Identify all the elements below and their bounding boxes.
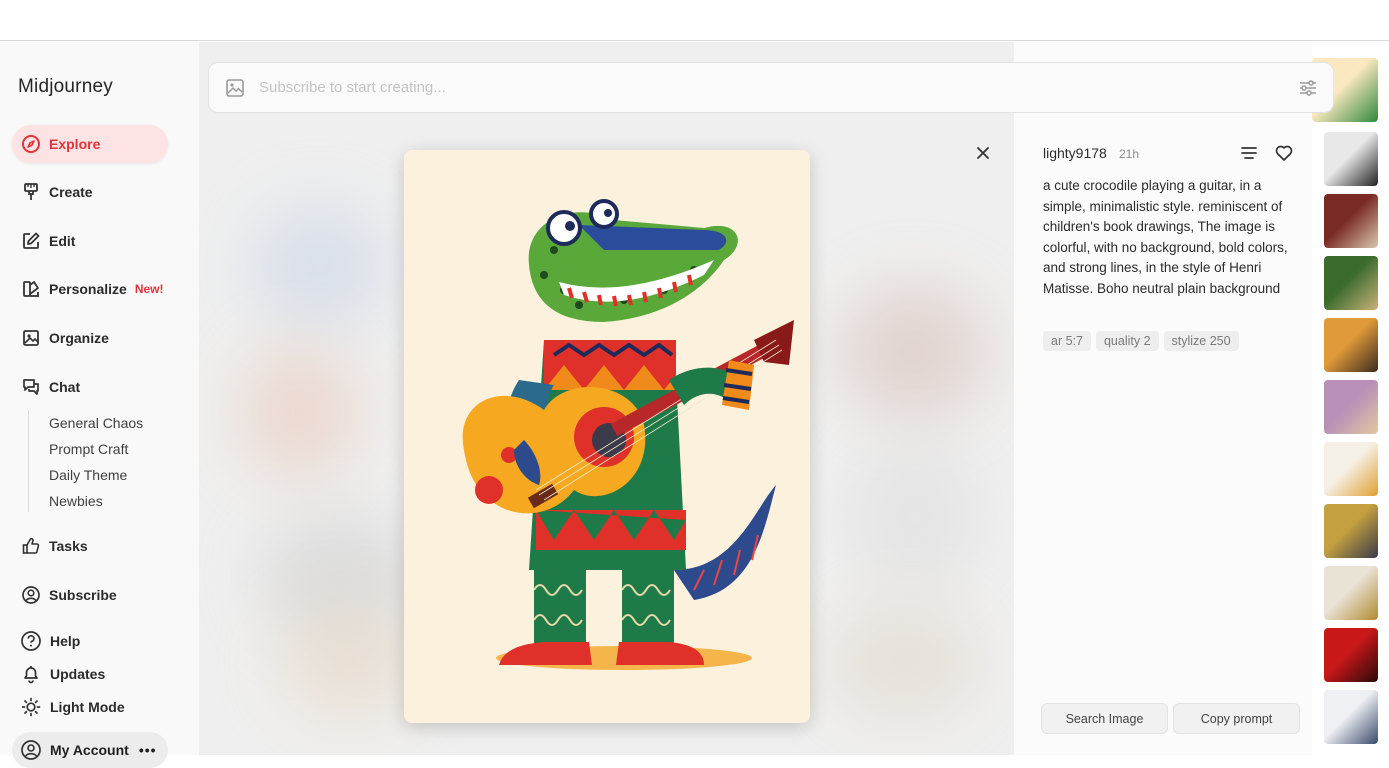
nav-tasks-label: Tasks: [49, 538, 88, 554]
chat-channel-divider: [28, 410, 29, 512]
tag-quality[interactable]: quality 2: [1095, 331, 1159, 351]
chat-channel-newbies[interactable]: Newbies: [49, 493, 103, 509]
thumb-red-portrait[interactable]: [1324, 628, 1378, 682]
my-account-button[interactable]: My Account •••: [12, 732, 168, 768]
brand-logo[interactable]: Midjourney: [18, 76, 113, 98]
nav-chat-label: Chat: [49, 379, 81, 395]
parameter-tags: ar 5:7 quality 2 stylize 250: [1043, 331, 1239, 351]
author-username[interactable]: lighty9178: [1043, 145, 1107, 161]
nav-updates-label: Updates: [50, 666, 106, 682]
compass-icon: [21, 134, 41, 154]
thumbs-up-icon: [21, 536, 41, 556]
bell-icon: [20, 663, 42, 685]
account-avatar-icon: [20, 739, 42, 761]
nav-create-label: Create: [49, 184, 93, 200]
thumb-ink-smoke[interactable]: [1324, 132, 1378, 186]
tag-stylize[interactable]: stylize 250: [1163, 331, 1239, 351]
post-age: 21h: [1119, 147, 1140, 161]
help-icon: [20, 630, 42, 652]
copy-prompt-button[interactable]: Copy prompt: [1173, 703, 1300, 734]
nav-subscribe-label: Subscribe: [49, 587, 117, 603]
tag-aspect-ratio[interactable]: ar 5:7: [1043, 331, 1091, 351]
nav-tasks[interactable]: Tasks: [12, 527, 168, 565]
top-bar: [0, 0, 1389, 41]
thumb-car-scene[interactable]: [1324, 194, 1378, 248]
thumb-figures[interactable]: [1324, 380, 1378, 434]
nav-light-mode[interactable]: Light Mode: [12, 692, 125, 722]
edit-icon: [21, 231, 41, 251]
user-circle-icon: [21, 585, 41, 605]
thumb-dancer[interactable]: [1324, 442, 1378, 496]
nav-edit-label: Edit: [49, 233, 76, 249]
nav-help[interactable]: Help: [12, 626, 80, 656]
thumb-forest-path[interactable]: [1324, 256, 1378, 310]
thumb-city-street[interactable]: [1324, 318, 1378, 372]
sun-icon: [20, 696, 42, 718]
nav-organize[interactable]: Organize: [12, 319, 168, 357]
menu-lines-icon[interactable]: [1239, 143, 1259, 163]
more-options-icon[interactable]: •••: [139, 742, 157, 758]
nav-light-mode-label: Light Mode: [50, 699, 125, 715]
nav-create[interactable]: Create: [12, 173, 168, 211]
thumb-tulips[interactable]: [1324, 690, 1378, 744]
chat-channel-prompt-craft[interactable]: Prompt Craft: [49, 441, 128, 457]
nav-help-label: Help: [50, 633, 81, 649]
thumb-golden-statue[interactable]: [1324, 504, 1378, 558]
chat-channel-daily-theme[interactable]: Daily Theme: [49, 467, 127, 483]
nav-edit[interactable]: Edit: [12, 222, 168, 260]
nav-explore-label: Explore: [49, 136, 101, 152]
nav-subscribe[interactable]: Subscribe: [12, 576, 168, 614]
my-account-label: My Account: [50, 742, 129, 758]
image-gallery-icon: [21, 328, 41, 348]
palette-icon: [21, 279, 41, 299]
nav-updates[interactable]: Updates: [12, 659, 105, 689]
image-prompt-icon[interactable]: [225, 78, 245, 98]
close-icon[interactable]: [973, 143, 993, 163]
chat-channel-general-chaos[interactable]: General Chaos: [49, 415, 143, 431]
chat-bubbles-icon: [21, 377, 41, 397]
prompt-text: a cute crocodile playing a guitar, in a …: [1043, 178, 1288, 296]
search-image-button[interactable]: Search Image: [1041, 703, 1168, 734]
new-badge: New!: [134, 282, 164, 296]
nav-explore[interactable]: Explore: [12, 125, 168, 163]
selected-artwork-crocodile-guitar[interactable]: [404, 150, 810, 723]
prompt-bar: [208, 62, 1334, 113]
prompt-input[interactable]: [259, 79, 1259, 96]
nav-personalize-label: Personalize: [49, 281, 127, 297]
heart-icon[interactable]: [1274, 143, 1294, 163]
nav-chat[interactable]: Chat: [12, 368, 168, 406]
nav-personalize[interactable]: Personalize New!: [12, 270, 168, 308]
settings-sliders-icon[interactable]: [1297, 77, 1319, 104]
thumb-golden-car[interactable]: [1324, 566, 1378, 620]
brush-icon: [21, 182, 41, 202]
nav-organize-label: Organize: [49, 330, 109, 346]
